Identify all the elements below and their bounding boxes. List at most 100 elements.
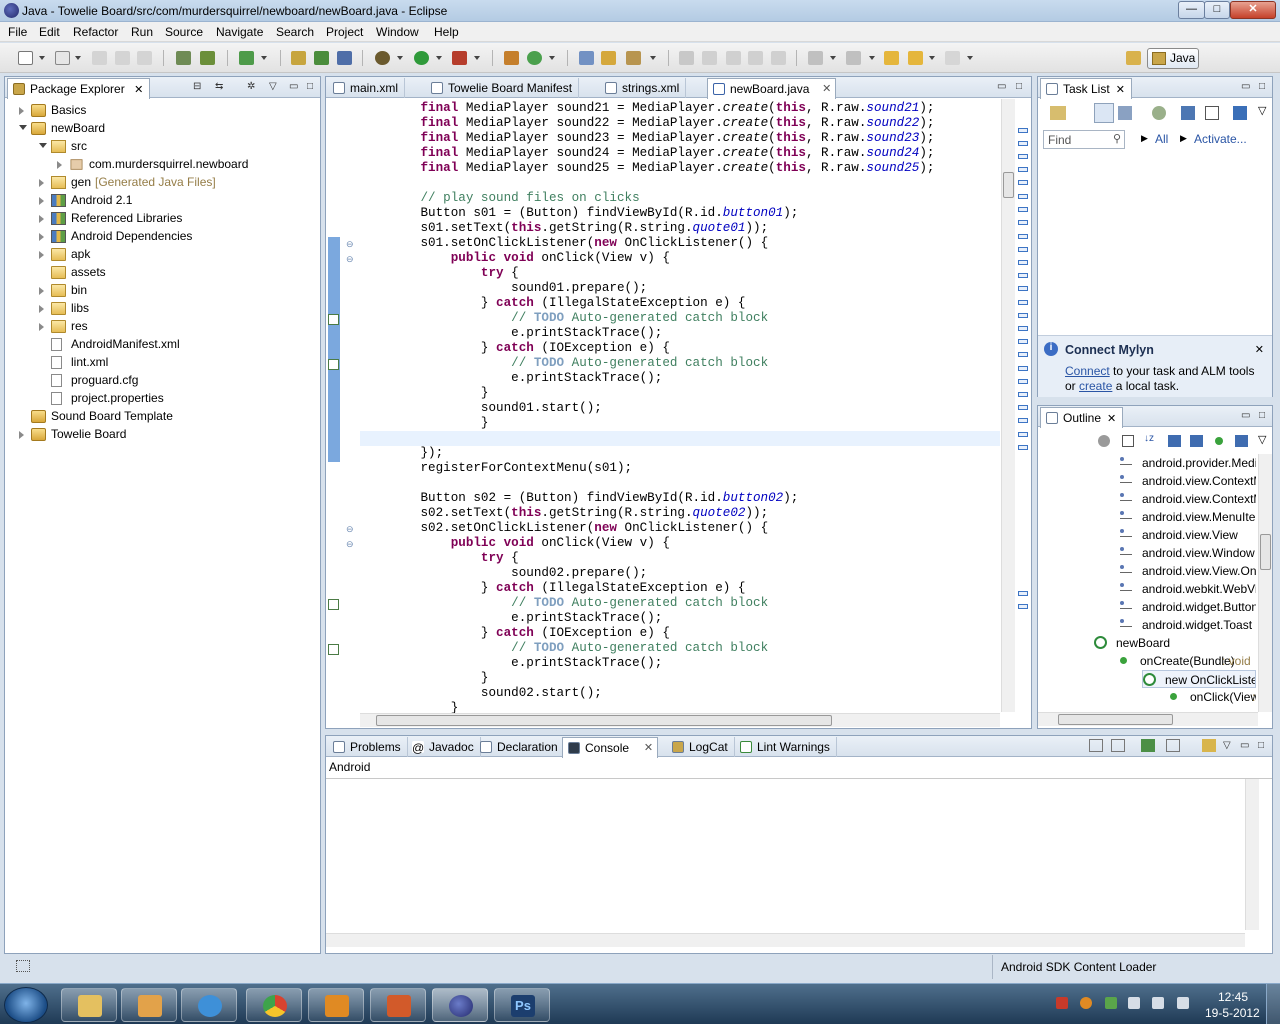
flag-tray-icon[interactable] bbox=[1128, 997, 1140, 1009]
debug-icon[interactable] bbox=[375, 51, 390, 65]
outline-item[interactable]: android.provider.MediaStore bbox=[1120, 454, 1256, 472]
code-line[interactable]: sound01.prepare(); bbox=[360, 281, 647, 296]
code-line[interactable]: registerForContextMenu(s01); bbox=[360, 461, 632, 476]
outline-item[interactable]: onCreate(Bundle) : void bbox=[1118, 652, 1256, 670]
code-line[interactable]: } catch (IllegalStateException e) { bbox=[360, 296, 746, 311]
code-line[interactable]: e.printStackTrace(); bbox=[360, 371, 662, 386]
activate-link[interactable]: Activate... bbox=[1194, 132, 1247, 146]
editor-horizontal-scrollbar[interactable] bbox=[360, 713, 1000, 727]
overview-marker[interactable] bbox=[1018, 128, 1028, 133]
code-line[interactable]: e.printStackTrace(); bbox=[360, 656, 662, 671]
forward-icon[interactable] bbox=[945, 51, 960, 65]
collapsed-arrow-icon[interactable] bbox=[19, 431, 24, 439]
save-icon[interactable] bbox=[55, 51, 70, 65]
taskbar-explorer[interactable] bbox=[61, 988, 117, 1022]
outline-item[interactable]: onClick(View) : void bbox=[1168, 688, 1256, 706]
code-line[interactable]: }); bbox=[360, 446, 443, 461]
external-tools-icon[interactable] bbox=[452, 51, 467, 65]
close-icon[interactable]: ✕ bbox=[1255, 343, 1264, 356]
taskbar-ie[interactable] bbox=[181, 988, 237, 1022]
overview-marker[interactable] bbox=[1018, 313, 1028, 318]
overview-marker[interactable] bbox=[1018, 405, 1028, 410]
tab-declaration[interactable]: Declaration bbox=[475, 737, 565, 757]
hide-fields-icon[interactable] bbox=[1168, 435, 1181, 447]
code-line[interactable]: public void onClick(View v) { bbox=[360, 536, 670, 551]
pin-console-icon[interactable] bbox=[1141, 739, 1155, 752]
network-tray-icon[interactable] bbox=[1152, 997, 1164, 1009]
overview-marker[interactable] bbox=[1018, 339, 1028, 344]
print-preview-icon[interactable] bbox=[137, 51, 152, 65]
code-line[interactable]: } bbox=[360, 671, 489, 686]
taskbar-eclipse[interactable] bbox=[432, 988, 488, 1022]
taskbar-office[interactable] bbox=[370, 988, 426, 1022]
link-with-editor-icon[interactable]: ⇆ bbox=[215, 81, 223, 92]
code-line[interactable]: final MediaPlayer sound21 = MediaPlayer.… bbox=[360, 101, 934, 116]
code-line[interactable]: e.printStackTrace(); bbox=[360, 611, 662, 626]
focus-icon[interactable] bbox=[1152, 106, 1166, 120]
open-console-icon[interactable] bbox=[1202, 739, 1216, 752]
code-line[interactable]: } bbox=[360, 416, 489, 431]
start-button[interactable] bbox=[4, 987, 48, 1023]
collapsed-arrow-icon[interactable] bbox=[39, 233, 44, 241]
code-line[interactable]: // TODO Auto-generated catch block bbox=[360, 596, 768, 611]
minimize-view-icon[interactable]: ▭ bbox=[1241, 81, 1250, 92]
outline-item[interactable]: android.view.ContextMenu bbox=[1120, 490, 1256, 508]
overview-marker[interactable] bbox=[1018, 260, 1028, 265]
overview-marker[interactable] bbox=[1018, 591, 1028, 596]
task-marker-icon[interactable] bbox=[328, 314, 339, 325]
tab-lint-warnings[interactable]: Lint Warnings bbox=[735, 737, 837, 757]
scroll-thumb[interactable] bbox=[1003, 172, 1014, 198]
minimize-view-icon[interactable]: ▭ bbox=[289, 81, 298, 92]
block-select-icon[interactable] bbox=[748, 51, 763, 65]
outline-item[interactable]: android.widget.Toast bbox=[1120, 616, 1256, 634]
tab-console[interactable]: Console ✕ bbox=[562, 737, 659, 758]
menu-navigate[interactable]: Navigate bbox=[216, 25, 263, 39]
scroll-thumb[interactable] bbox=[1058, 714, 1173, 725]
fast-view-icon[interactable] bbox=[16, 960, 30, 972]
new-class-icon[interactable] bbox=[337, 51, 352, 65]
scroll-thumb[interactable] bbox=[1260, 534, 1271, 570]
menu-source[interactable]: Source bbox=[165, 25, 203, 39]
collapsed-arrow-icon[interactable] bbox=[19, 107, 24, 115]
tab-strings-xml[interactable]: strings.xml bbox=[600, 78, 687, 98]
maximize-view-icon[interactable]: □ bbox=[1259, 81, 1265, 92]
overview-marker[interactable] bbox=[1018, 418, 1028, 423]
outline-item[interactable]: android.view.View.OnClickListener bbox=[1120, 562, 1256, 580]
menu-search[interactable]: Search bbox=[276, 25, 314, 39]
menu-project[interactable]: Project bbox=[326, 25, 363, 39]
chevron-down-icon[interactable]: ▽ bbox=[1258, 104, 1266, 117]
check-icon[interactable] bbox=[239, 51, 254, 65]
maximize-button[interactable]: □ bbox=[1204, 1, 1230, 19]
outline-horizontal-scrollbar[interactable] bbox=[1038, 712, 1258, 726]
code-line[interactable]: final MediaPlayer sound23 = MediaPlayer.… bbox=[360, 131, 934, 146]
tab-newboard-java[interactable]: newBoard.java ✕ bbox=[707, 78, 837, 99]
collapsed-arrow-icon[interactable] bbox=[39, 197, 44, 205]
new-java-icon[interactable] bbox=[314, 51, 329, 65]
minimize-view-icon[interactable]: ▭ bbox=[1240, 740, 1249, 751]
overview-marker[interactable] bbox=[1018, 300, 1028, 305]
overview-marker[interactable] bbox=[1018, 379, 1028, 384]
code-line[interactable]: s01.setOnClickListener(new OnClickListen… bbox=[360, 236, 768, 251]
code-line[interactable]: } catch (IOException e) { bbox=[360, 626, 670, 641]
tab-javadoc[interactable]: @ Javadoc bbox=[407, 737, 481, 757]
categorized-icon[interactable] bbox=[1094, 103, 1114, 123]
show-desktop-button[interactable] bbox=[1266, 984, 1280, 1024]
java-perspective-button[interactable]: Java bbox=[1147, 48, 1199, 69]
volume-tray-icon[interactable] bbox=[1177, 997, 1189, 1009]
code-line[interactable]: } catch (IllegalStateException e) { bbox=[360, 581, 746, 596]
maximize-view-icon[interactable]: □ bbox=[1259, 410, 1265, 421]
last-edit-icon[interactable] bbox=[884, 51, 899, 65]
toggle-mark-icon[interactable] bbox=[726, 51, 741, 65]
overview-marker[interactable] bbox=[1018, 220, 1028, 225]
outline-item[interactable]: android.widget.Button bbox=[1120, 598, 1256, 616]
outline-item[interactable]: newBoard bbox=[1094, 634, 1256, 652]
tab-main-xml[interactable]: main.xml bbox=[328, 78, 406, 98]
overview-marker[interactable] bbox=[1018, 194, 1028, 199]
filter-icon[interactable] bbox=[1181, 106, 1195, 120]
previous-annotation-icon[interactable] bbox=[846, 51, 861, 65]
display-console-icon[interactable] bbox=[1166, 739, 1180, 752]
collapsed-arrow-icon[interactable] bbox=[39, 323, 44, 331]
all-link[interactable]: All bbox=[1155, 132, 1168, 146]
new-icon[interactable] bbox=[18, 51, 33, 65]
search-icon[interactable] bbox=[579, 51, 594, 65]
